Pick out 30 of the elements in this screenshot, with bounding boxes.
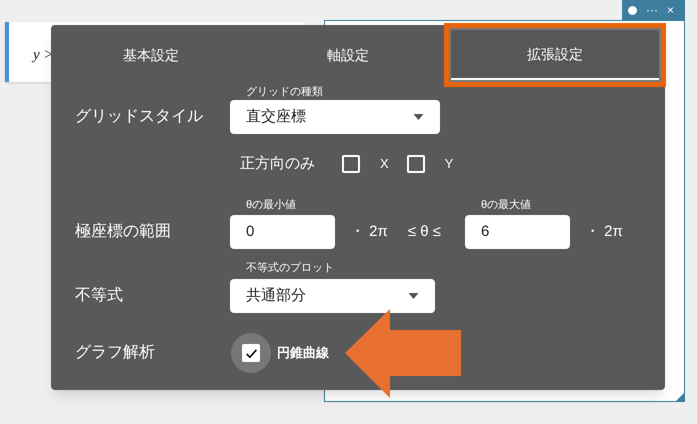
input-field[interactable]: 6: [465, 215, 570, 249]
checkbox[interactable]: [242, 344, 260, 362]
field-caption: θの最小値: [245, 198, 296, 212]
setting-label: 不等式: [75, 286, 123, 306]
checkbox[interactable]: [406, 155, 425, 173]
caret-icon: [413, 114, 424, 120]
more-button[interactable]: ···: [646, 4, 658, 16]
option-label: Y: [444, 155, 454, 174]
field-caption: グリッドの種類: [245, 85, 323, 99]
checkbox[interactable]: [342, 155, 360, 173]
setting-label: グリッドスタイル: [75, 107, 203, 127]
check-icon: [244, 346, 258, 360]
field-caption: 不等式のプロット: [245, 261, 334, 275]
math-text: ≤ θ ≤: [408, 222, 442, 242]
dropdown[interactable]: 直交座標: [230, 100, 440, 134]
resize-handle-icon[interactable]: [675, 392, 685, 402]
dropdown[interactable]: 共通部分: [230, 279, 435, 313]
field-caption: θの最大値: [480, 198, 532, 212]
math-text: ・ 2π: [585, 222, 623, 242]
tab[interactable]: 軸設定: [315, 30, 381, 80]
option-label: X: [380, 155, 389, 174]
setting-label: グラフ解析: [75, 344, 155, 361]
input-field[interactable]: 0: [230, 215, 335, 249]
option-group-label: 正方向のみ: [240, 154, 315, 174]
setting-label: 極座標の範囲: [75, 222, 171, 242]
close-button[interactable]: ×: [667, 4, 674, 16]
caret-icon: [408, 293, 419, 299]
math-text: ・ 2π: [350, 222, 388, 242]
option-label: 円錐曲線: [277, 344, 329, 362]
tab[interactable]: 基本設定: [111, 30, 191, 80]
